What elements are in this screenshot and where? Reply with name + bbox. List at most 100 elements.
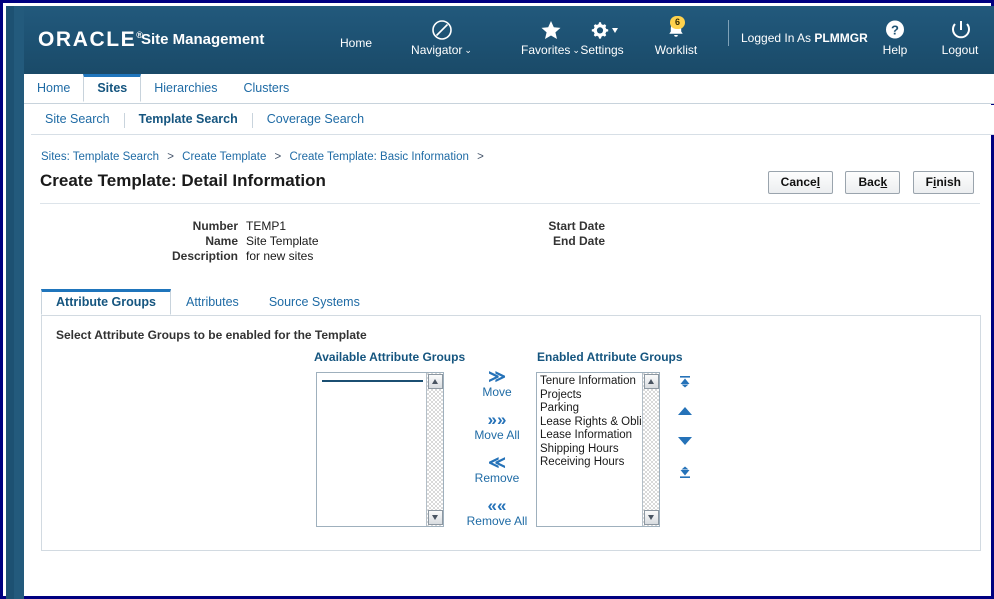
name-value: Site Template (246, 234, 319, 248)
scroll-down-button[interactable] (644, 510, 659, 525)
main-tab-bar: Home Sites Hierarchies Clusters (24, 74, 994, 104)
oracle-logo: ORACLE® (38, 28, 143, 52)
header-home-label: Home (339, 36, 372, 50)
scroll-down-button[interactable] (428, 510, 443, 525)
available-list-items[interactable] (317, 373, 425, 526)
application-window: ORACLE® Site Management Home Navigator ⌄ … (0, 0, 994, 599)
tab-sites[interactable]: Sites (83, 74, 142, 102)
subtab-coverage-search[interactable]: Coverage Search (253, 105, 378, 133)
number-label: Number (192, 219, 238, 233)
logout-icon (928, 18, 992, 42)
page-action-buttons: Cancel Back Finish (760, 171, 974, 194)
header-logout-link[interactable]: Logout (928, 18, 992, 57)
shuttle-instruction: Select Attribute Groups to be enabled fo… (56, 328, 367, 342)
header-help-link[interactable]: ? Help (868, 18, 922, 57)
name-label: Name (205, 234, 238, 248)
oracle-logo-text: ORACLE (38, 28, 137, 51)
back-button[interactable]: Back (845, 171, 901, 194)
move-all-right-icon: »» (487, 410, 507, 429)
page-title: Create Template: Detail Information (40, 171, 326, 190)
svg-text:?: ? (891, 22, 899, 37)
bell-icon: 6 (640, 16, 712, 42)
move-to-top-button[interactable] (670, 372, 700, 402)
enabled-list-header: Enabled Attribute Groups (537, 350, 683, 364)
header-navigator-menu[interactable]: Navigator ⌄ (394, 18, 489, 57)
panel-body: Select Attribute Groups to be enabled fo… (41, 315, 981, 551)
sub-tab-bar: Site Search Template Search Coverage Sea… (31, 105, 994, 135)
header-worklist-link[interactable]: 6 Worklist (640, 16, 712, 57)
breadcrumb-separator: > (167, 151, 174, 163)
content-tab-attributes[interactable]: Attributes (171, 289, 254, 315)
header-logout-label: Logout (941, 43, 979, 57)
tab-home[interactable]: Home (24, 74, 83, 101)
available-attribute-groups-list[interactable] (316, 372, 444, 527)
header-settings-label: Settings (580, 43, 624, 57)
enabled-list-scrollbar[interactable] (642, 373, 659, 526)
list-item[interactable]: Projects (540, 389, 645, 403)
move-button[interactable]: ≫ Move (462, 368, 532, 400)
remove-button[interactable]: ≪ Remove (462, 454, 532, 486)
remove-all-button[interactable]: «« Remove All (462, 497, 532, 529)
enabled-attribute-groups-list[interactable]: Tenure Information Projects Parking Lease R… (536, 372, 660, 527)
list-item[interactable]: Shipping Hours (540, 443, 645, 457)
move-down-icon (670, 435, 700, 447)
finish-button[interactable]: Finish (912, 171, 974, 194)
breadcrumb-item-basic-information[interactable]: Create Template: Basic Information (289, 151, 468, 163)
move-all-button[interactable]: »» Move All (462, 411, 532, 443)
list-item[interactable]: Tenure Information (540, 375, 645, 389)
scroll-up-button[interactable] (644, 374, 659, 389)
move-up-button[interactable] (670, 402, 700, 432)
available-list-scrollbar[interactable] (426, 373, 443, 526)
move-to-bottom-icon (670, 465, 700, 479)
compass-icon (394, 18, 489, 42)
left-accent-strip-inner (14, 6, 24, 599)
description-value: for new sites (246, 249, 314, 263)
breadcrumb-item-create-template[interactable]: Create Template (182, 151, 266, 163)
shuttle-reorder-buttons (670, 372, 700, 492)
breadcrumb-separator: > (477, 151, 484, 163)
enabled-list-items[interactable]: Tenure Information Projects Parking Lease R… (537, 373, 648, 526)
list-item[interactable]: Parking (540, 402, 645, 416)
cancel-button[interactable]: Cancel (767, 171, 834, 194)
header-navigator-label: Navigator ⌄ (411, 43, 472, 57)
header-divider (728, 20, 729, 46)
tab-hierarchies[interactable]: Hierarchies (141, 74, 230, 101)
content-tab-source-systems[interactable]: Source Systems (254, 289, 375, 315)
breadcrumb-separator: > (274, 151, 282, 163)
list-item[interactable]: Lease Information (540, 429, 645, 443)
empty-list-rule (322, 380, 423, 382)
logged-in-prefix: Logged In As (741, 31, 815, 45)
subtab-template-search[interactable]: Template Search (125, 105, 252, 133)
header-worklist-label: Worklist (654, 43, 698, 57)
breadcrumb-item-template-search[interactable]: Sites: Template Search (41, 151, 159, 163)
description-label: Description (171, 249, 238, 263)
list-item[interactable]: Receiving Hours (540, 456, 645, 470)
move-all-left-icon: «« (487, 496, 507, 515)
move-to-bottom-button[interactable] (670, 462, 700, 492)
field-row-number: Number TEMP1 Start Date (3, 219, 994, 234)
content-tab-attribute-groups[interactable]: Attribute Groups (41, 289, 171, 315)
field-row-name: Name Site Template End Date (3, 234, 994, 249)
header-settings-menu[interactable]: Settings (562, 18, 642, 57)
header-home-link[interactable]: Home (326, 36, 386, 50)
move-right-icon: ≫ (488, 367, 506, 386)
app-title: Site Management (141, 31, 265, 48)
available-list-header: Available Attribute Groups (314, 350, 466, 364)
scroll-up-button[interactable] (428, 374, 443, 389)
number-value: TEMP1 (246, 219, 287, 233)
subtab-site-search[interactable]: Site Search (31, 105, 124, 133)
end-date-label: End Date (552, 234, 605, 248)
chevron-down-icon: ⌄ (464, 45, 472, 55)
header-help-label: Help (882, 43, 908, 57)
list-item[interactable]: Lease Rights & Oblig (540, 416, 648, 430)
gear-icon (562, 18, 642, 42)
move-down-button[interactable] (670, 432, 700, 462)
move-up-icon (670, 405, 700, 417)
remove-button-label: Remove (474, 471, 520, 485)
worklist-badge: 6 (670, 16, 686, 29)
move-all-button-label: Move All (474, 428, 520, 442)
start-date-label: Start Date (548, 219, 605, 233)
template-detail-fields: Number TEMP1 Start Date Name Site Templa… (3, 219, 994, 264)
move-button-label: Move (482, 385, 512, 399)
tab-clusters[interactable]: Clusters (230, 74, 302, 101)
